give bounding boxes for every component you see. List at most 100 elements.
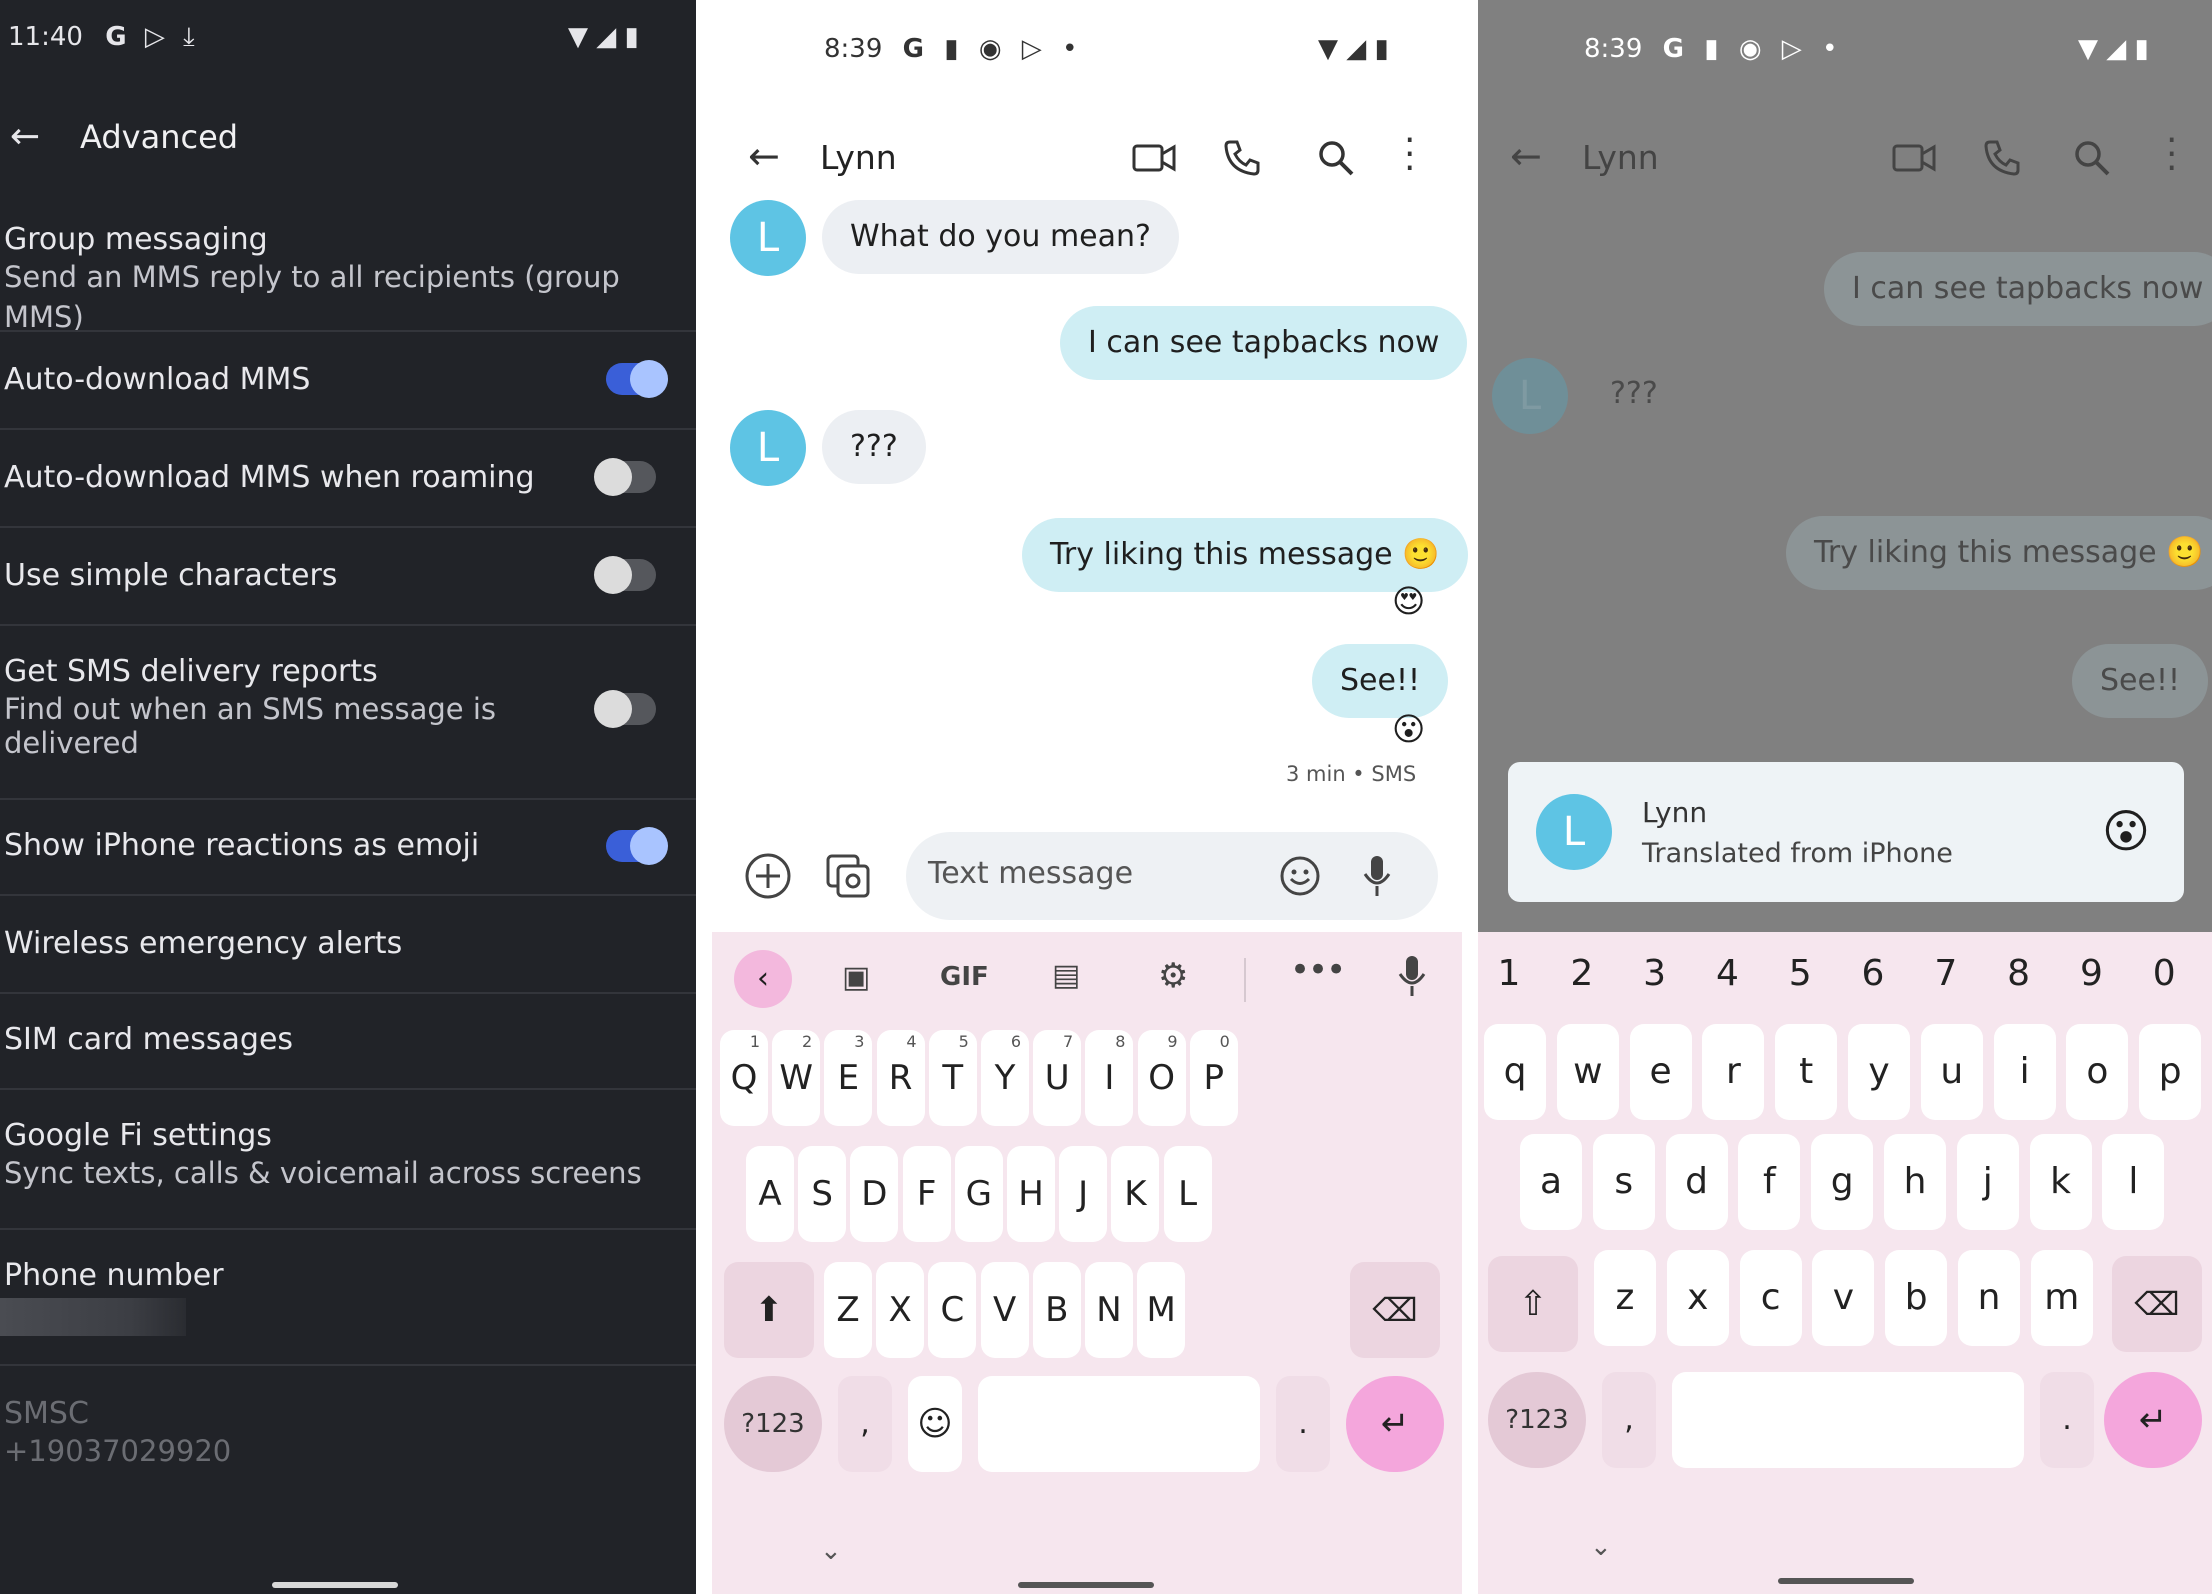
key-d[interactable]: D <box>850 1146 899 1242</box>
key-a[interactable]: A <box>746 1146 794 1242</box>
key-e[interactable]: e <box>1629 1024 1692 1120</box>
key-k[interactable]: K <box>1111 1146 1160 1242</box>
key-w[interactable]: W2 <box>772 1030 821 1126</box>
key-f[interactable]: f <box>1738 1134 1801 1230</box>
shift-key[interactable]: ⬆ <box>724 1262 814 1358</box>
key-0[interactable]: 0 <box>2133 926 2195 1022</box>
search-icon[interactable] <box>2072 138 2112 178</box>
setting-group-messaging[interactable]: Group messaging Send an MMS reply to all… <box>4 222 696 337</box>
key-k[interactable]: k <box>2029 1134 2092 1230</box>
sticker-icon[interactable]: ▣ <box>842 960 870 995</box>
setting-auto-download-roaming[interactable]: Auto-download MMS when roaming <box>4 460 535 495</box>
emoji-icon[interactable] <box>1278 854 1322 898</box>
symbols-key[interactable]: ?123 <box>724 1376 822 1472</box>
key-w[interactable]: w <box>1556 1024 1619 1120</box>
key-c[interactable]: C <box>928 1262 977 1358</box>
key-q[interactable]: q <box>1484 1024 1546 1120</box>
key-b[interactable]: B <box>1032 1262 1081 1358</box>
key-d[interactable]: d <box>1665 1134 1728 1230</box>
key-n[interactable]: n <box>1958 1250 2020 1346</box>
key-3[interactable]: 3 <box>1624 926 1686 1022</box>
key-p[interactable]: P0 <box>1189 1030 1238 1126</box>
back-arrow-icon[interactable]: ← <box>1510 134 1542 178</box>
key-i[interactable]: i <box>1993 1024 2056 1120</box>
key-p[interactable]: p <box>2139 1024 2202 1120</box>
back-arrow-icon[interactable]: ← <box>748 134 780 178</box>
chevron-down-icon[interactable]: ⌄ <box>820 1536 842 1566</box>
key-8[interactable]: 8 <box>1988 926 2050 1022</box>
symbols-key[interactable]: ?123 <box>1488 1372 1586 1468</box>
reaction-emoji[interactable]: 😮 <box>1392 710 1425 748</box>
key-5[interactable]: 5 <box>1769 926 1831 1022</box>
search-icon[interactable] <box>1316 138 1356 178</box>
key-u[interactable]: U7 <box>1033 1030 1082 1126</box>
key-n[interactable]: N <box>1085 1262 1133 1358</box>
key-t[interactable]: t <box>1775 1024 1838 1120</box>
setting-simple-characters[interactable]: Use simple characters <box>4 558 337 593</box>
key-y[interactable]: Y6 <box>981 1030 1029 1126</box>
gif-button[interactable]: GIF <box>940 962 989 992</box>
key-g[interactable]: g <box>1811 1134 1874 1230</box>
key-c[interactable]: c <box>1739 1250 1802 1346</box>
toggle-simple-characters[interactable] <box>594 556 656 594</box>
key-x[interactable]: x <box>1666 1250 1729 1346</box>
phone-call-icon[interactable] <box>1222 138 1262 178</box>
key-9[interactable]: 9 <box>2060 926 2122 1022</box>
settings-gear-icon[interactable]: ⚙ <box>1158 956 1188 996</box>
key-i[interactable]: I8 <box>1085 1030 1134 1126</box>
setting-emergency-alerts[interactable]: Wireless emergency alerts <box>4 926 402 961</box>
voice-input-icon[interactable] <box>1398 954 1426 998</box>
video-call-icon[interactable] <box>1892 142 1936 174</box>
setting-google-fi[interactable]: Google Fi settings Sync texts, calls & v… <box>4 1118 642 1193</box>
backspace-key[interactable]: ⌫ <box>1350 1262 1440 1358</box>
message-incoming[interactable]: ??? <box>822 410 926 484</box>
collapse-toolbar-icon[interactable]: ‹ <box>734 950 792 1008</box>
key-o[interactable]: O9 <box>1137 1030 1186 1126</box>
compose-field[interactable]: Text message <box>906 832 1438 920</box>
message-outgoing[interactable]: See!! <box>1312 644 1449 718</box>
key-r[interactable]: r <box>1702 1024 1765 1120</box>
key-e[interactable]: E3 <box>824 1030 873 1126</box>
key-q[interactable]: Q1 <box>720 1030 768 1126</box>
phone-call-icon[interactable] <box>1982 138 2022 178</box>
key-t[interactable]: T5 <box>928 1030 977 1126</box>
key-o[interactable]: o <box>2066 1024 2129 1120</box>
clipboard-icon[interactable]: ▤ <box>1052 958 1080 993</box>
backspace-key[interactable]: ⌫ <box>2112 1256 2202 1352</box>
key-f[interactable]: F <box>902 1146 951 1242</box>
shift-key[interactable]: ⇧ <box>1488 1256 1578 1352</box>
space-key[interactable] <box>978 1376 1260 1472</box>
key-1[interactable]: 1 <box>1478 926 1540 1022</box>
gesture-bar[interactable] <box>272 1582 398 1588</box>
key-a[interactable]: a <box>1520 1134 1582 1230</box>
toggle-auto-download-mms[interactable] <box>606 360 668 398</box>
gesture-bar[interactable] <box>1778 1578 1914 1584</box>
gesture-bar[interactable] <box>1018 1582 1154 1588</box>
enter-key[interactable]: ↵ <box>1346 1376 1444 1472</box>
more-options-icon[interactable]: · · · <box>2166 123 2177 187</box>
comma-key[interactable]: , <box>838 1376 892 1472</box>
avatar[interactable]: L <box>730 410 806 486</box>
key-b[interactable]: b <box>1885 1250 1948 1346</box>
key-v[interactable]: v <box>1812 1250 1875 1346</box>
gallery-icon[interactable] <box>824 852 872 900</box>
period-key[interactable]: . <box>1276 1376 1330 1472</box>
key-v[interactable]: V <box>980 1262 1029 1358</box>
period-key[interactable]: . <box>2040 1372 2094 1468</box>
video-call-icon[interactable] <box>1132 142 1176 174</box>
comma-key[interactable]: , <box>1602 1372 1656 1468</box>
key-2[interactable]: 2 <box>1551 926 1613 1022</box>
enter-key[interactable]: ↵ <box>2104 1372 2202 1468</box>
setting-iphone-reactions[interactable]: Show iPhone reactions as emoji <box>4 828 479 863</box>
setting-sms-delivery-reports[interactable]: Get SMS delivery reports Find out when a… <box>4 654 496 763</box>
setting-sim-messages[interactable]: SIM card messages <box>4 1022 293 1057</box>
key-r[interactable]: R4 <box>876 1030 925 1126</box>
key-m[interactable]: M <box>1137 1262 1186 1358</box>
voice-input-icon[interactable] <box>1362 854 1392 898</box>
key-j[interactable]: J <box>1059 1146 1108 1242</box>
key-z[interactable]: z <box>1594 1250 1656 1346</box>
message-outgoing[interactable]: Try liking this message 🙂 <box>1022 518 1468 592</box>
message-outgoing[interactable]: I can see tapbacks now <box>1060 306 1468 380</box>
emoji-key[interactable]: ☺ <box>908 1376 962 1472</box>
more-options-icon[interactable]: · · · <box>1404 123 1415 187</box>
